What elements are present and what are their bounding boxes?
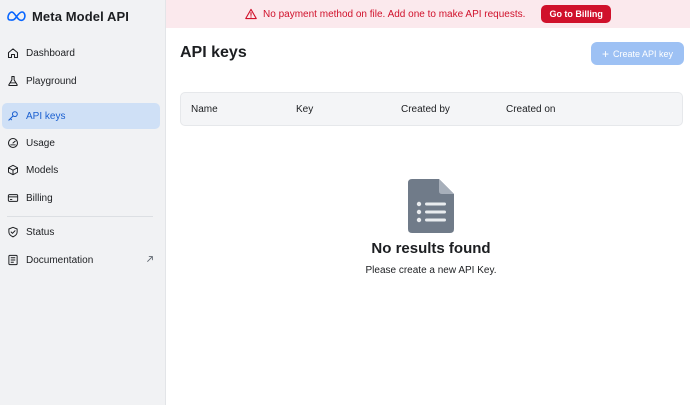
credit-card-icon	[7, 194, 19, 202]
empty-state-title: No results found	[371, 240, 491, 257]
gauge-icon	[7, 137, 19, 149]
warning-icon	[245, 8, 257, 20]
create-api-key-label: Create API key	[612, 48, 674, 59]
sidebar-item-dashboard[interactable]: Dashboard	[2, 40, 160, 66]
sidebar-item-label: Billing	[26, 192, 53, 204]
cube-icon	[8, 164, 18, 176]
column-header-created-on: Created on	[506, 104, 556, 115]
banner-message: No payment method on file. Add one to ma…	[263, 8, 526, 20]
sidebar-item-label: Dashboard	[26, 47, 75, 59]
sidebar: Meta Model API Dashboard Playground API …	[0, 0, 166, 405]
brand[interactable]: Meta Model API	[7, 6, 129, 26]
sidebar-divider	[7, 216, 153, 217]
column-header-name: Name	[191, 104, 218, 115]
flask-icon	[8, 75, 18, 87]
plus-icon: +	[601, 46, 609, 61]
column-header-key: Key	[296, 104, 314, 115]
sidebar-item-label: Status	[26, 226, 55, 238]
sidebar-item-label: Models	[26, 164, 59, 176]
column-header-created-by: Created by	[401, 104, 450, 115]
sidebar-item-api-keys[interactable]: API keys	[2, 103, 160, 129]
sidebar-item-usage[interactable]: Usage	[2, 130, 160, 156]
home-icon	[7, 48, 19, 59]
payment-warning-banner: No payment method on file. Add one to ma…	[166, 0, 690, 28]
sidebar-item-models[interactable]: Models	[2, 157, 160, 183]
page-title: API keys	[180, 44, 247, 61]
empty-state-subtitle: Please create a new API Key.	[365, 265, 497, 276]
create-api-key-button[interactable]: + Create API key	[591, 42, 684, 65]
api-keys-table-header: Name Key Created by Created on	[180, 92, 683, 126]
meta-logo-icon	[7, 11, 26, 22]
sidebar-item-label: Playground	[26, 75, 77, 87]
go-to-billing-button[interactable]: Go to Billing	[541, 5, 611, 23]
brand-name: Meta Model API	[32, 8, 129, 24]
shield-icon	[8, 226, 18, 238]
key-icon	[8, 111, 18, 121]
sidebar-item-label: Usage	[26, 137, 55, 149]
empty-document-icon	[408, 179, 454, 233]
sidebar-item-billing[interactable]: Billing	[2, 185, 160, 211]
app-window: Meta Model API Dashboard Playground API …	[0, 0, 690, 405]
sidebar-item-label: API keys	[26, 110, 66, 122]
sidebar-item-playground[interactable]: Playground	[2, 68, 160, 94]
